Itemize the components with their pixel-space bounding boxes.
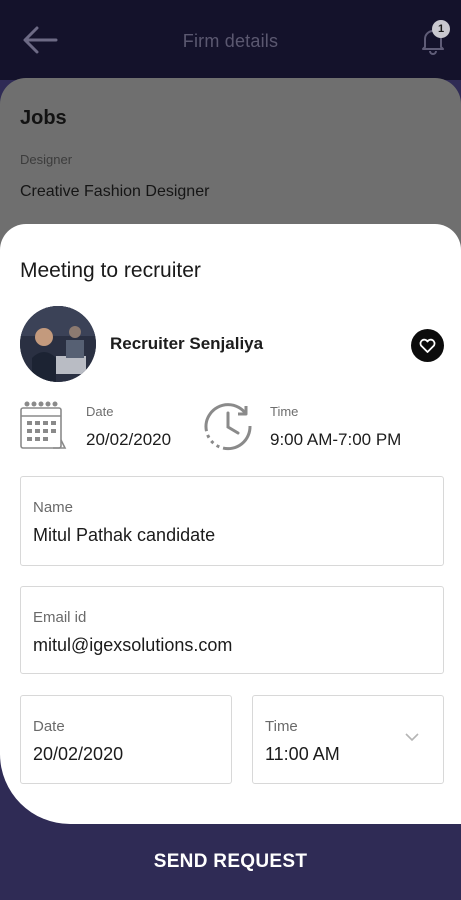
calendar-icon	[20, 401, 67, 449]
jobs-heading: Jobs	[20, 107, 67, 129]
recruiter-avatar	[20, 306, 96, 382]
sheet-title: Meeting to recruiter	[20, 259, 201, 282]
date-field[interactable]: Date	[20, 695, 232, 784]
heart-icon	[419, 338, 436, 353]
schedule-time-value: 9:00 AM-7:00 PM	[270, 430, 402, 449]
time-label: Time	[265, 718, 298, 735]
page-title: Firm details	[182, 31, 279, 51]
email-input[interactable]	[33, 635, 392, 656]
name-field[interactable]: Name	[20, 476, 444, 566]
recruiter-name: Recruiter Senjaliya	[110, 334, 264, 353]
time-input[interactable]	[265, 744, 427, 765]
schedule-time-label: Time	[270, 404, 299, 419]
email-label: Email id	[33, 609, 87, 626]
send-request-button[interactable]: SEND REQUEST	[0, 824, 461, 900]
job-category: Designer	[20, 152, 73, 167]
schedule-date-label: Date	[86, 404, 114, 419]
job-role: Creative Fashion Designer	[20, 183, 210, 200]
chevron-down-icon[interactable]	[404, 732, 420, 742]
name-label: Name	[33, 499, 74, 516]
name-input[interactable]	[33, 525, 392, 546]
email-field[interactable]: Email id	[20, 586, 444, 674]
schedule-date-value: 20/02/2020	[86, 430, 172, 449]
favorite-button[interactable]	[411, 329, 444, 362]
date-label: Date	[33, 718, 65, 735]
clock-icon	[204, 403, 252, 451]
notification-badge: 1	[432, 20, 450, 38]
date-input[interactable]	[33, 744, 212, 765]
